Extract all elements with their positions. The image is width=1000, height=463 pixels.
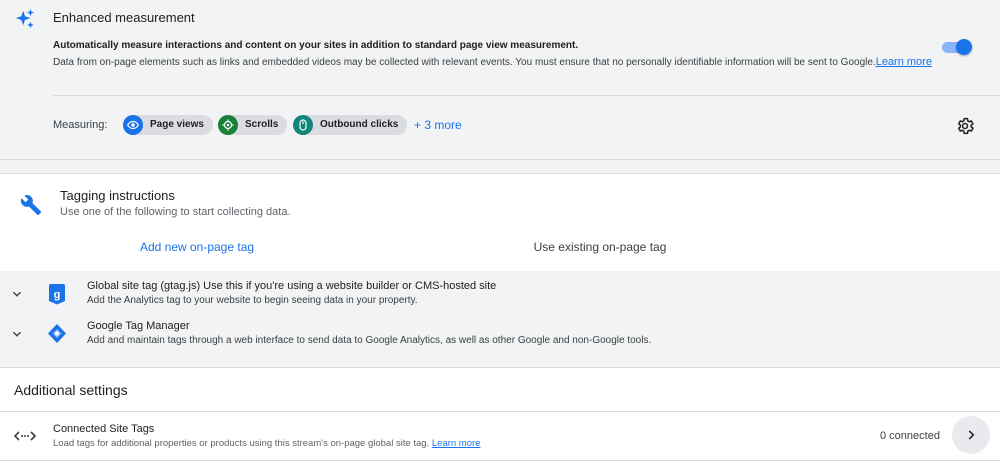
tag-options-list: g Global site tag (gtag.js) Use this if … — [0, 271, 1000, 351]
wrench-icon — [20, 195, 42, 216]
additional-settings-title: Additional settings — [14, 382, 128, 398]
section-gap — [0, 160, 1000, 173]
more-events-link[interactable]: + 3 more — [414, 118, 462, 132]
option-google-tag-manager[interactable]: Google Tag Manager Add and maintain tags… — [0, 311, 1000, 351]
learn-more-link[interactable]: Learn more — [432, 438, 481, 449]
chevron-down-icon[interactable] — [10, 287, 24, 301]
chip-label: Outbound clicks — [320, 119, 399, 130]
connected-site-tags-subtitle: Load tags for additional properties or p… — [53, 438, 481, 449]
option-subtitle: Add the Analytics tag to your website to… — [87, 295, 418, 306]
measuring-label: Measuring: — [53, 119, 108, 131]
connected-site-tags-title: Connected Site Tags — [53, 423, 155, 435]
tab-use-existing-on-page-tag[interactable]: Use existing on-page tag — [400, 240, 800, 254]
enhanced-measurement-note: Data from on-page elements such as links… — [53, 56, 932, 68]
chip-label: Scrolls — [245, 119, 279, 130]
option-title: Google Tag Manager — [87, 320, 190, 332]
option-subtitle: Add and maintain tags through a web inte… — [87, 335, 652, 346]
enhanced-measurement-panel: Enhanced measurement Automatically measu… — [0, 0, 1000, 160]
svg-text:g: g — [54, 289, 61, 301]
tagging-instructions-section: Tagging instructions Use one of the foll… — [0, 173, 1000, 273]
chip-scrolls: Scrolls — [218, 115, 288, 135]
tagging-title: Tagging instructions — [60, 188, 175, 203]
chevron-down-icon[interactable] — [10, 327, 24, 341]
tab-add-new-on-page-tag[interactable]: Add new on-page tag — [0, 240, 397, 254]
crosshair-icon — [218, 115, 238, 135]
connected-count: 0 connected — [880, 430, 940, 442]
eye-icon — [123, 115, 143, 135]
option-global-site-tag[interactable]: g Global site tag (gtag.js) Use this if … — [0, 271, 1000, 311]
chip-label: Page views — [150, 119, 204, 130]
gear-icon[interactable] — [955, 116, 975, 136]
divider — [0, 411, 1000, 412]
divider — [53, 95, 1000, 96]
chip-outbound-clicks: Outbound clicks — [293, 115, 408, 135]
tagging-subtitle: Use one of the following to start collec… — [60, 206, 291, 218]
chevron-right-icon — [968, 430, 975, 440]
sparkle-icon — [15, 8, 35, 29]
tag-manager-icon — [48, 324, 66, 343]
chip-page-views: Page views — [123, 115, 213, 135]
toggle-knob — [956, 39, 972, 55]
learn-more-link[interactable]: Learn more — [876, 56, 932, 68]
connected-site-tags-open-button[interactable] — [952, 416, 990, 454]
option-title: Global site tag (gtag.js) Use this if yo… — [87, 280, 497, 292]
enhanced-measurement-description: Automatically measure interactions and c… — [53, 40, 579, 51]
enhanced-measurement-toggle[interactable] — [940, 39, 972, 55]
gtag-icon: g — [49, 284, 65, 305]
enhanced-measurement-title: Enhanced measurement — [53, 10, 195, 25]
mouse-icon — [293, 115, 313, 135]
divider — [0, 460, 1000, 461]
section-gap — [0, 351, 1000, 368]
code-arrows-icon — [14, 431, 36, 441]
